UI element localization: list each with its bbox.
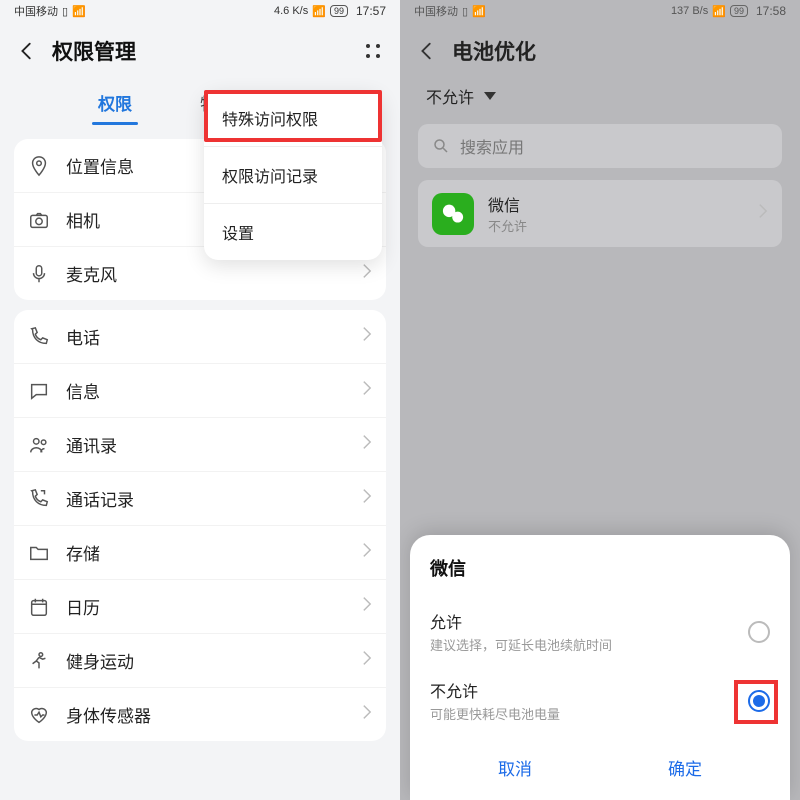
chevron-right-icon <box>362 704 372 725</box>
row-label: 健身运动 <box>66 648 362 673</box>
magnifier-icon <box>432 137 450 155</box>
chevron-right-icon <box>362 434 372 455</box>
triangle-down-icon <box>484 92 496 100</box>
row-phone[interactable]: 电话 <box>14 310 386 364</box>
row-label: 麦克风 <box>66 261 362 286</box>
row-body-sensors[interactable]: 身体传感器 <box>14 688 386 741</box>
heart-pulse-icon <box>28 704 50 726</box>
netspeed-label: 4.6 K/s <box>274 5 308 17</box>
popover-item-settings[interactable]: 设置 <box>204 204 382 260</box>
clock-label: 17:57 <box>356 4 386 18</box>
hd-icon: ▯ <box>462 5 468 18</box>
filter-dropdown[interactable]: 不允许 <box>400 76 800 118</box>
dialog-actions: 取消 确定 <box>430 737 770 786</box>
app-row-wechat[interactable]: 微信 不允许 <box>418 180 782 247</box>
search-input[interactable]: 搜索应用 <box>418 124 782 168</box>
row-contacts[interactable]: 通讯录 <box>14 418 386 472</box>
app-name-label: 微信 <box>488 192 744 216</box>
row-storage[interactable]: 存储 <box>14 526 386 580</box>
option-subtitle: 建议选择，可延长电池续航时间 <box>430 635 612 654</box>
chevron-right-icon <box>362 596 372 617</box>
tab-permissions[interactable]: 权限 <box>96 84 134 121</box>
radio-unselected-icon[interactable] <box>748 621 770 643</box>
screen-permission-manager: 中国移动 ▯ 📶 4.6 K/s 📶 99 17:57 权限管理 权限 特殊访问… <box>0 0 400 800</box>
row-label: 信息 <box>66 378 362 403</box>
wechat-icon <box>432 193 474 235</box>
option-allow[interactable]: 允许 建议选择，可延长电池续航时间 <box>430 599 770 668</box>
permission-group-comm: 电话 信息 通讯录 通话记录 存储 日历 <box>14 310 386 741</box>
page-header: 权限管理 <box>0 22 400 76</box>
back-button[interactable] <box>16 40 38 62</box>
row-label: 电话 <box>66 324 362 349</box>
chevron-right-icon <box>362 380 372 401</box>
contacts-icon <box>28 434 50 456</box>
carrier-label: 中国移动 <box>14 3 58 19</box>
netspeed-label: 137 B/s <box>671 5 708 17</box>
page-title: 权限管理 <box>52 36 362 66</box>
calendar-icon <box>28 596 50 618</box>
back-button[interactable] <box>416 40 438 62</box>
chevron-right-icon <box>362 650 372 671</box>
option-title: 允许 <box>430 609 612 633</box>
signal-icon: 📶 <box>72 5 86 18</box>
row-calendar[interactable]: 日历 <box>14 580 386 634</box>
phone-icon <box>28 326 50 348</box>
cancel-button[interactable]: 取消 <box>478 749 552 786</box>
clock-label: 17:58 <box>756 4 786 18</box>
dialog-title: 微信 <box>430 555 770 581</box>
screen-battery-optimization: 中国移动 ▯ 📶 137 B/s 📶 99 17:58 电池优化 不允许 搜索应… <box>400 0 800 800</box>
row-label: 日历 <box>66 594 362 619</box>
option-deny[interactable]: 不允许 可能更快耗尽电池电量 <box>430 668 770 737</box>
chevron-right-icon <box>758 203 768 224</box>
battery-icon: 99 <box>730 5 748 17</box>
confirm-button[interactable]: 确定 <box>648 749 722 786</box>
dots-grid-icon <box>366 44 380 58</box>
page-title: 电池优化 <box>452 36 784 66</box>
row-sms[interactable]: 信息 <box>14 364 386 418</box>
filter-label: 不允许 <box>426 84 474 108</box>
overflow-menu-button[interactable] <box>362 40 384 62</box>
running-person-icon <box>28 650 50 672</box>
chevron-right-icon <box>362 326 372 347</box>
row-label: 存储 <box>66 540 362 565</box>
row-calllog[interactable]: 通话记录 <box>14 472 386 526</box>
status-bar: 中国移动 ▯ 📶 4.6 K/s 📶 99 17:57 <box>0 0 400 22</box>
signal-icon: 📶 <box>472 5 486 18</box>
call-log-icon <box>28 488 50 510</box>
carrier-label: 中国移动 <box>414 3 458 19</box>
battery-icon: 99 <box>330 5 348 17</box>
folder-icon <box>28 542 50 564</box>
battery-optimization-dialog: 微信 允许 建议选择，可延长电池续航时间 不允许 可能更快耗尽电池电量 取消 确… <box>410 535 790 800</box>
wifi-icon: 📶 <box>312 5 326 18</box>
row-label: 身体传感器 <box>66 702 362 727</box>
overflow-popover: 特殊访问权限 权限访问记录 设置 <box>204 90 382 260</box>
camera-icon <box>28 209 50 231</box>
option-subtitle: 可能更快耗尽电池电量 <box>430 704 560 723</box>
tutorial-highlight-deny-radio <box>734 680 778 724</box>
location-pin-icon <box>28 155 50 177</box>
row-label: 通讯录 <box>66 432 362 457</box>
row-fitness[interactable]: 健身运动 <box>14 634 386 688</box>
message-bubble-icon <box>28 380 50 402</box>
popover-item-access-history[interactable]: 权限访问记录 <box>204 147 382 204</box>
popover-item-special-access[interactable]: 特殊访问权限 <box>204 90 382 147</box>
status-bar: 中国移动 ▯ 📶 137 B/s 📶 99 17:58 <box>400 0 800 22</box>
page-header: 电池优化 <box>400 22 800 76</box>
wifi-icon: 📶 <box>712 5 726 18</box>
chevron-right-icon <box>362 263 372 284</box>
option-title: 不允许 <box>430 678 560 702</box>
microphone-icon <box>28 263 50 285</box>
row-label: 通话记录 <box>66 486 362 511</box>
app-status-label: 不允许 <box>488 216 744 235</box>
hd-icon: ▯ <box>62 5 68 18</box>
search-placeholder: 搜索应用 <box>460 134 524 158</box>
chevron-right-icon <box>362 542 372 563</box>
chevron-right-icon <box>362 488 372 509</box>
